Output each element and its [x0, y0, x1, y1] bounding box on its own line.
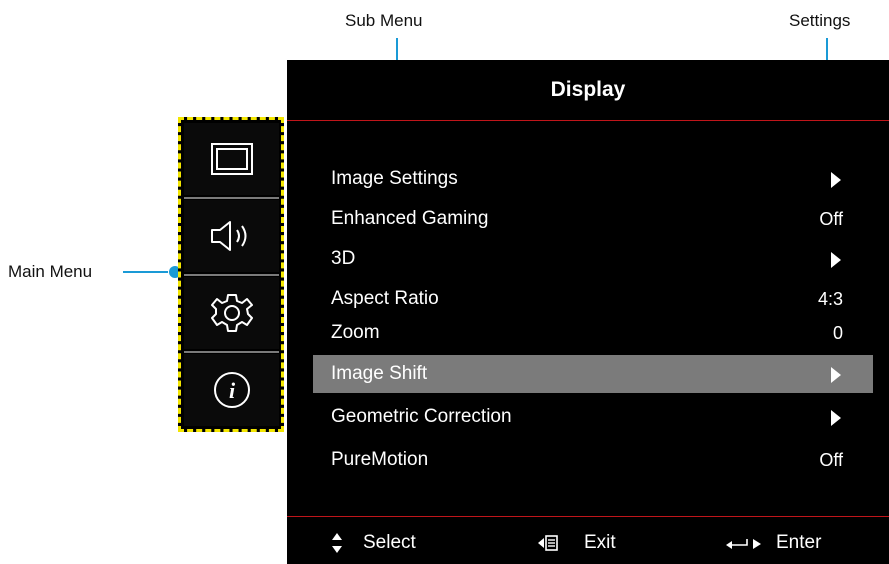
submenu-arrow-icon [831, 367, 841, 383]
osd-footer: Select Exit Enter [287, 522, 889, 562]
submenu-arrow-icon [831, 172, 841, 188]
row-value: Off [819, 450, 843, 470]
settings-callout-label: Settings [789, 11, 851, 30]
enter-icon [726, 539, 761, 549]
main-menu-callout-line [123, 271, 175, 273]
row-label: 3D [331, 248, 356, 269]
main-menu-item-setup[interactable] [184, 277, 279, 349]
menu-row-geometric-correction[interactable]: Geometric Correction [313, 398, 873, 436]
info-icon: i [213, 372, 250, 408]
up-down-icon [332, 533, 342, 553]
row-label: Aspect Ratio [331, 288, 439, 309]
row-value: 4:3 [817, 289, 843, 309]
row-label: Geometric Correction [331, 406, 512, 427]
submenu-arrow-icon [831, 410, 841, 426]
row-value: Off [819, 209, 843, 229]
row-label: PureMotion [331, 449, 429, 470]
menu-row-3d[interactable]: 3D [313, 240, 873, 278]
title-divider [287, 120, 889, 121]
menu-row-image-settings[interactable]: Image Settings [313, 160, 873, 198]
main-menu: i [178, 117, 284, 432]
display-icon [210, 143, 253, 175]
main-menu-item-audio[interactable] [184, 200, 279, 272]
main-menu-divider [184, 351, 279, 353]
main-menu-divider [184, 197, 279, 199]
gear-icon [210, 294, 253, 332]
menu-row-aspect-ratio[interactable]: Aspect Ratio 4:3 [313, 280, 873, 318]
row-value: 0 [832, 323, 843, 343]
submenu-arrow-icon [831, 252, 841, 268]
svg-text:i: i [228, 378, 235, 403]
menu-row-enhanced-gaming[interactable]: Enhanced Gaming Off [313, 200, 873, 238]
main-menu-callout-label: Main Menu [8, 262, 93, 281]
main-menu-item-info[interactable]: i [184, 354, 279, 426]
speaker-icon [210, 221, 246, 251]
row-label: Image Shift [331, 363, 428, 384]
menu-row-image-shift[interactable]: Image Shift [313, 355, 873, 393]
footer-exit-label: Exit [584, 532, 616, 553]
menu-row-puremotion[interactable]: PureMotion Off [313, 441, 873, 479]
row-label: Image Settings [331, 168, 458, 189]
osd-panel: Display Image Settings Enhanced Gaming O… [287, 60, 889, 564]
sub-menu-callout-label: Sub Menu [345, 11, 423, 30]
footer-enter-label: Enter [776, 532, 822, 553]
footer-select-label: Select [363, 532, 416, 553]
row-label: Enhanced Gaming [331, 208, 489, 229]
osd-title: Display [550, 78, 626, 101]
menu-row-zoom[interactable]: Zoom 0 [313, 314, 873, 352]
footer-divider [287, 516, 889, 517]
main-menu-item-display[interactable] [184, 123, 279, 195]
exit-icon [538, 535, 558, 551]
main-menu-divider [184, 274, 279, 276]
row-label: Zoom [331, 322, 380, 343]
